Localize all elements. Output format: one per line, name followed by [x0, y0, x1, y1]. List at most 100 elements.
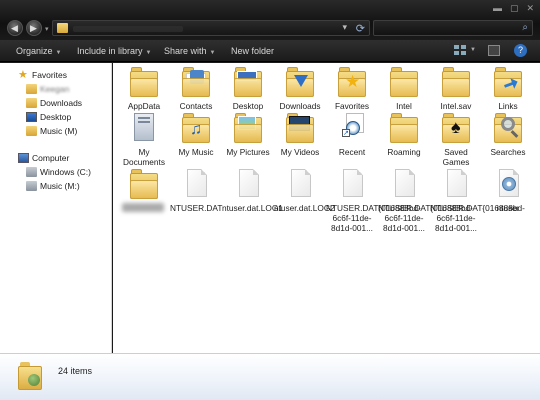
- favorites-label: Favorites: [32, 70, 67, 80]
- forward-button[interactable]: ▶: [26, 20, 42, 36]
- include-in-library-label: Include in library: [77, 46, 143, 56]
- preview-pane-icon[interactable]: [488, 45, 500, 56]
- computer-label: Computer: [32, 153, 70, 163]
- recent-shortcut-icon: ↗: [338, 113, 366, 143]
- file-name: Desktop: [232, 101, 264, 111]
- search-input[interactable]: ⌕: [373, 20, 533, 36]
- navigation-pane: ★ Favorites Keegan Downloads Desktop Mus…: [0, 63, 112, 353]
- item-count: 24 items: [58, 366, 93, 376]
- config-file-icon: [494, 169, 522, 199]
- drive-icon: [26, 181, 37, 191]
- recent-pages-dropdown[interactable]: ▾: [45, 25, 49, 33]
- saved-games-folder-icon: ♠: [442, 113, 470, 143]
- folder-icon: [442, 67, 470, 97]
- nav-item-label: Downloads: [40, 98, 83, 108]
- file-icon: [442, 169, 470, 199]
- file-icon: [182, 169, 210, 199]
- file-name: Recent: [338, 147, 366, 157]
- refresh-icon[interactable]: ⟳: [356, 22, 365, 35]
- help-icon[interactable]: ?: [514, 44, 527, 57]
- drive-icon: [26, 167, 37, 177]
- file-name: Downloads: [279, 101, 321, 111]
- arrow-left-icon: ◀: [11, 23, 18, 33]
- chevron-down-icon[interactable]: ▾: [342, 22, 347, 33]
- file-icon: [234, 169, 262, 199]
- folder-icon: [26, 84, 37, 94]
- nav-item-label: Keegan: [40, 84, 70, 94]
- folder-icon: [57, 23, 68, 33]
- file-name: Links: [498, 101, 518, 111]
- file-icon: [390, 169, 418, 199]
- file-name: AppData: [127, 101, 161, 111]
- file-icon: [286, 169, 314, 199]
- nav-item-label: Music (M:): [40, 181, 80, 191]
- desktop-folder-icon: [234, 67, 262, 97]
- videos-folder-icon: [286, 113, 314, 143]
- file-name: Intel.sav: [440, 101, 472, 111]
- organize-button[interactable]: Organize ▼: [16, 46, 61, 56]
- command-bar: Organize ▼ Include in library ▼ Share with…: [0, 40, 540, 62]
- file-name: NTUSER.DAT{016888bd-6c6f-11de-8d1d-001..…: [378, 203, 473, 233]
- file-name: My Pictures: [226, 147, 270, 157]
- file-name: Intel: [396, 101, 412, 111]
- computer-icon: [18, 153, 29, 163]
- search-icon[interactable]: ⌕: [522, 22, 528, 33]
- downloads-folder-icon: [26, 98, 37, 108]
- address-path: [73, 26, 183, 32]
- file-name: NTUSER.DAT{016888bd-6c6f-11de-8d1d-001..…: [430, 203, 525, 233]
- file-name: Searches: [490, 147, 526, 157]
- back-button[interactable]: ◀: [7, 20, 23, 36]
- folder-icon: [390, 67, 418, 97]
- new-folder-button[interactable]: New folder: [231, 46, 274, 56]
- arrow-right-icon: ▶: [30, 23, 37, 33]
- folder-icon: [390, 113, 418, 143]
- file-name: Contacts: [179, 101, 213, 111]
- share-with-label: Share with: [164, 46, 207, 56]
- file-name: ntuser.dat.LOG2: [274, 203, 335, 213]
- file-name: ntuser.dat.LOG1: [222, 203, 283, 213]
- file-list: AppData Contacts Desktop Downloads ★ Fav…: [113, 63, 540, 353]
- organize-label: Organize: [16, 46, 53, 56]
- file-icon: [338, 169, 366, 199]
- downloads-folder-icon: [286, 67, 314, 97]
- contacts-folder-icon: [182, 67, 210, 97]
- window-controls: ▬ ▢ ✕: [493, 3, 534, 14]
- links-folder-icon: [494, 67, 522, 97]
- user-folder-icon: [18, 362, 44, 392]
- change-view-icon[interactable]: [454, 45, 468, 56]
- details-pane: 24 items: [0, 353, 540, 400]
- maximize-button[interactable]: ▢: [510, 3, 519, 14]
- file-name: My Documents: [123, 147, 165, 167]
- address-bar[interactable]: ▾ ⟳: [52, 20, 370, 36]
- file-name: ntuser: [496, 203, 520, 213]
- folder-icon: [130, 169, 158, 199]
- file-name: My Videos: [280, 147, 320, 157]
- close-button[interactable]: ✕: [526, 3, 534, 14]
- file-name: Roaming: [387, 147, 421, 157]
- pictures-folder-icon: [234, 113, 262, 143]
- searches-folder-icon: [494, 113, 522, 143]
- chevron-down-icon: ▼: [209, 50, 216, 56]
- file-name: Favorites: [334, 101, 370, 111]
- star-icon: ★: [18, 69, 28, 81]
- file-name: My Music: [178, 147, 214, 157]
- music-folder-icon: ♫: [182, 113, 210, 143]
- nav-item-label: Music (M): [40, 126, 78, 136]
- file-name: Saved Games: [442, 147, 470, 167]
- file-name-blurred: [122, 203, 164, 212]
- nav-item-label: Desktop: [40, 112, 72, 122]
- share-with-button[interactable]: Share with ▼: [164, 46, 215, 56]
- include-in-library-button[interactable]: Include in library ▼: [77, 46, 151, 56]
- favorites-folder-icon: ★: [338, 67, 366, 97]
- file-name: NTUSER.DAT{016888bd-6c6f-11de-8d1d-001..…: [326, 203, 421, 233]
- documents-folder-icon: [130, 113, 158, 143]
- nav-item-label: Windows (C:): [40, 167, 92, 177]
- folder-icon: [130, 67, 158, 97]
- chevron-down-icon: ▼: [145, 50, 152, 56]
- folder-icon: [26, 126, 37, 136]
- chevron-down-icon[interactable]: ▼: [470, 47, 476, 53]
- minimize-button[interactable]: ▬: [493, 3, 502, 14]
- file-name: NTUSER.DAT: [170, 203, 223, 213]
- desktop-icon: [26, 112, 37, 122]
- chevron-down-icon: ▼: [55, 50, 62, 56]
